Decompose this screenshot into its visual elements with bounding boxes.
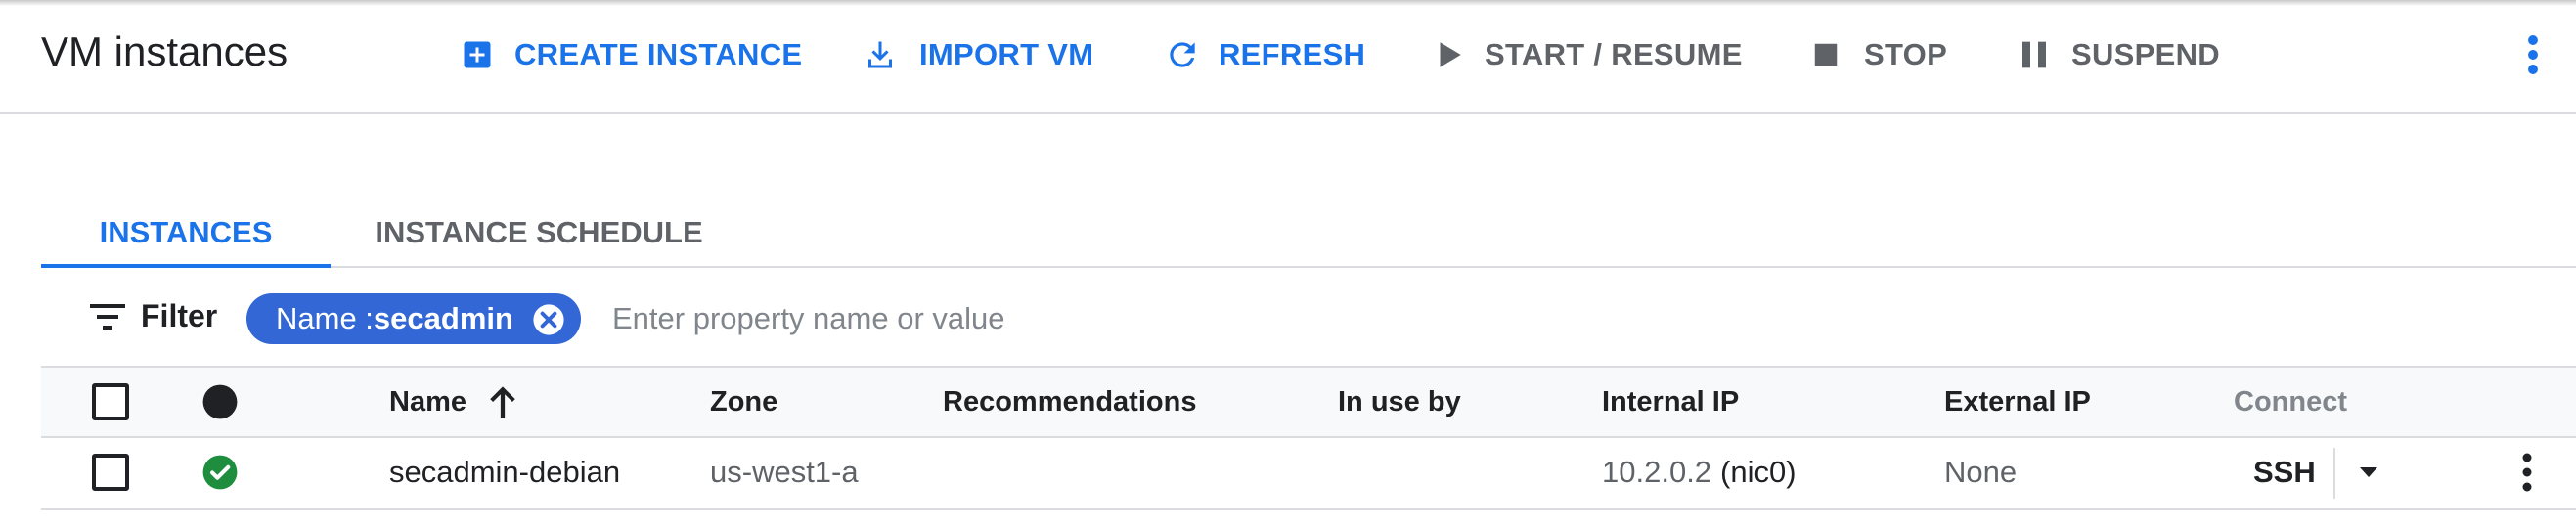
start-resume-button[interactable]: START / RESUME xyxy=(1432,29,1743,80)
create-instance-button[interactable]: CREATE INSTANCE xyxy=(460,29,802,80)
name-column-label: Name xyxy=(389,385,466,418)
page-header: VM instances CREATE INSTANCE IMPORT VM R… xyxy=(0,0,2576,114)
filter-list-icon[interactable] xyxy=(90,302,125,331)
internal-ip-value: 10.2.0.2 xyxy=(1602,455,1712,489)
stop-button[interactable]: STOP xyxy=(1811,29,1947,80)
cancel-icon[interactable] xyxy=(532,303,565,336)
ssh-button[interactable]: SSH xyxy=(2253,438,2316,506)
tab-instance-schedule[interactable]: INSTANCE SCHEDULE xyxy=(375,198,702,268)
checkbox-box xyxy=(92,454,129,491)
filter-label[interactable]: Filter xyxy=(141,298,217,334)
filter-input[interactable] xyxy=(612,293,1786,344)
arrow-drop-down-icon xyxy=(2360,467,2377,477)
table-row[interactable]: secadmin-debian us-west1-a 10.2.0.2 (nic… xyxy=(41,438,2576,510)
internal-ip-nic-link[interactable]: (nic0) xyxy=(1720,455,1797,490)
tab-selected-indicator xyxy=(41,264,331,268)
connect-column-header: Connect xyxy=(2234,385,2347,418)
zone-cell: us-west1-a xyxy=(710,455,859,489)
play-icon xyxy=(1440,42,1461,67)
filter-chip-value: secadmin xyxy=(373,301,513,335)
internal-ip-cell: 10.2.0.2 (nic0) xyxy=(1602,438,1797,506)
in-use-by-column-header[interactable]: In use by xyxy=(1338,368,1461,436)
import-vm-label: IMPORT VM xyxy=(919,37,1094,71)
tab-instances[interactable]: INSTANCES xyxy=(41,198,331,268)
suspend-button[interactable]: SUSPEND xyxy=(2019,29,2220,80)
status-column-header xyxy=(201,368,239,436)
suspend-label: SUSPEND xyxy=(2071,37,2220,71)
name-column-header[interactable]: Name xyxy=(389,368,519,436)
page-title: VM instances xyxy=(41,28,289,74)
external-ip-cell: None xyxy=(1944,455,2018,489)
more-vert-icon xyxy=(2522,453,2532,492)
external-ip-column-header[interactable]: External IP xyxy=(1944,368,2091,436)
table-header: Name Zone Recommendations In use by Inte… xyxy=(41,366,2576,438)
ssh-split-divider xyxy=(2333,448,2335,499)
import-vm-button[interactable]: IMPORT VM xyxy=(863,29,1093,80)
instances-table: Name Zone Recommendations In use by Inte… xyxy=(41,366,2576,510)
tab-bar: INSTANCES INSTANCE SCHEDULE xyxy=(41,198,2576,268)
internal-ip-column-header[interactable]: Internal IP xyxy=(1602,368,1739,436)
filter-chip[interactable]: Name : secadmin xyxy=(246,293,581,344)
instance-name-link[interactable]: secadmin-debian xyxy=(389,438,620,506)
refresh-label: REFRESH xyxy=(1219,37,1366,71)
checkbox-box xyxy=(92,383,129,420)
more-vert-icon[interactable] xyxy=(2515,31,2551,78)
recommendations-column-header[interactable]: Recommendations xyxy=(943,368,1196,436)
create-instance-label: CREATE INSTANCE xyxy=(514,37,803,71)
refresh-button[interactable]: REFRESH xyxy=(1164,29,1365,80)
row-actions-button[interactable] xyxy=(2515,438,2539,506)
status-dot-icon xyxy=(202,384,238,419)
ssh-dropdown-button[interactable] xyxy=(2357,438,2380,506)
zone-column-header[interactable]: Zone xyxy=(710,368,777,436)
refresh-icon xyxy=(1170,42,1195,67)
start-resume-label: START / RESUME xyxy=(1485,37,1743,71)
filter-chip-key: Name : xyxy=(276,301,374,335)
check-circle-icon xyxy=(202,455,238,490)
add-box-icon xyxy=(464,41,491,68)
download-icon xyxy=(868,41,892,68)
stop-label: STOP xyxy=(1864,37,1948,71)
pause-icon xyxy=(2022,41,2046,68)
status-cell xyxy=(201,438,239,506)
select-all-checkbox[interactable] xyxy=(92,368,129,436)
arrow-up-icon xyxy=(490,386,515,418)
stop-icon xyxy=(1814,43,1838,66)
row-checkbox[interactable] xyxy=(92,438,129,506)
